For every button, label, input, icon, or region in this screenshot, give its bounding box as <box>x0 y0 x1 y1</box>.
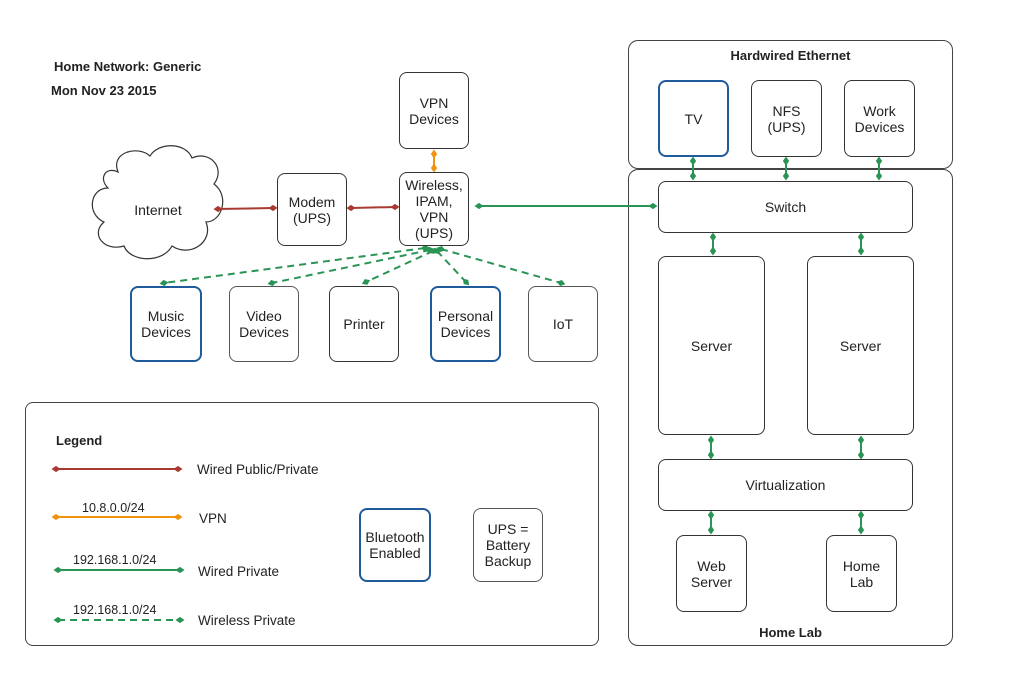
legend-label-vpn: VPN <box>199 511 227 526</box>
node-personal-devices[interactable]: Personal Devices <box>430 286 501 362</box>
legend-bluetooth-key: Bluetooth Enabled <box>359 508 431 582</box>
node-modem[interactable]: Modem (UPS) <box>277 173 347 246</box>
node-wireless-ipam-vpn[interactable]: Wireless, IPAM, VPN (UPS) <box>399 172 469 246</box>
node-virtualization[interactable]: Virtualization <box>658 459 913 511</box>
node-iot[interactable]: IoT <box>528 286 598 362</box>
link-modem-wireless <box>346 203 400 212</box>
link-wireless-video <box>267 246 435 287</box>
node-music-devices[interactable]: Music Devices <box>130 286 202 362</box>
node-video-devices[interactable]: Video Devices <box>229 286 299 362</box>
node-home-lab[interactable]: Home Lab <box>826 535 897 612</box>
node-internet[interactable]: Internet <box>120 202 196 218</box>
legend-sublabel-wired-private: 192.168.1.0/24 <box>73 553 157 567</box>
legend-title: Legend <box>56 433 103 448</box>
link-wireless-music <box>159 244 430 287</box>
node-server-1[interactable]: Server <box>658 256 765 435</box>
group-hardwired-ethernet-title: Hardwired Ethernet <box>730 48 851 63</box>
group-home-lab-title: Home Lab <box>759 625 822 640</box>
legend-sublabel-wireless-private: 192.168.1.0/24 <box>73 603 157 617</box>
node-printer[interactable]: Printer <box>329 286 399 362</box>
node-vpn-devices[interactable]: VPN Devices <box>399 72 469 149</box>
diagram-date: Mon Nov 23 2015 <box>51 83 157 98</box>
legend-ups-key: UPS = Battery Backup <box>473 508 543 582</box>
link-wireless-printer <box>361 248 438 285</box>
legend-label-wired-public: Wired Public/Private <box>197 462 319 477</box>
legend-sublabel-vpn: 10.8.0.0/24 <box>82 501 145 515</box>
node-web-server[interactable]: Web Server <box>676 535 747 612</box>
link-wireless-iot <box>436 245 566 287</box>
legend-label-wired-private: Wired Private <box>198 564 280 579</box>
link-wireless-personal <box>433 247 470 286</box>
node-work-devices[interactable]: Work Devices <box>844 80 915 157</box>
diagram-title: Home Network: Generic <box>54 59 202 74</box>
node-switch[interactable]: Switch <box>658 181 913 233</box>
node-nfs[interactable]: NFS (UPS) <box>751 80 822 157</box>
legend-label-wireless-private: Wireless Private <box>198 613 296 628</box>
link-internet-modem <box>213 204 278 213</box>
node-tv[interactable]: TV <box>658 80 729 157</box>
node-server-2[interactable]: Server <box>807 256 914 435</box>
